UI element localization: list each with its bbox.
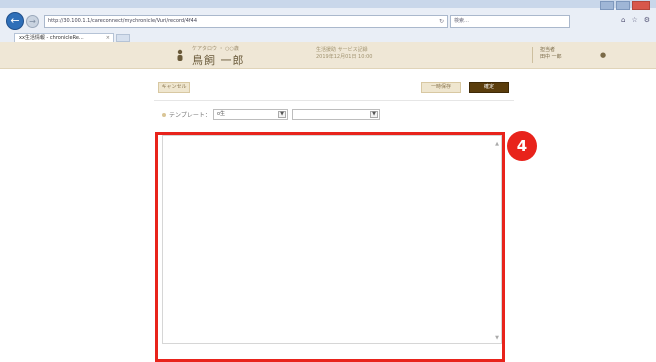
new-tab-button[interactable] [116,34,130,42]
user-kana: ケアタロウ ・ ○○歳 [192,46,239,52]
staff-label: 担当者 [540,47,556,53]
template-category-select[interactable]: o生 ▼ [213,109,288,120]
record-info-line1: 生活援助 サービス記録 [316,47,368,53]
user-icon [177,49,183,61]
toolbar-icons: ⌂ ☆ ⚙ [621,16,650,24]
search-input[interactable]: 検索… [450,15,570,28]
cancel-button[interactable]: キャンセル [158,82,190,93]
chevron-down-icon[interactable]: ▼ [278,111,286,118]
confirm-button[interactable]: 確定 [469,82,509,93]
app-header: ケアタロウ ・ ○○歳 鳥飼 一郎 生活援助 サービス記録 2019年12月01… [0,42,656,69]
template-label: テンプレート： [169,112,211,119]
record-info-line2: 2019年12月01日 10:00 [316,54,373,60]
search-text: 検索… [454,18,470,24]
staff-name: 田中 一郎 [540,54,562,60]
window-titlebar [0,0,656,8]
chevron-down-icon[interactable]: ▼ [370,111,378,118]
browser-chrome: ← → http://30.100.1.1/careconnect/mychro… [0,0,656,42]
step-badge: 4 [507,131,537,161]
window-controls [600,1,650,11]
bullet-icon [162,113,166,117]
tab-row: xx生活情報 - chronicleRe... × [0,33,656,42]
user-name: 鳥飼 一郎 [192,54,245,67]
minimize-button[interactable] [600,1,614,10]
maximize-button[interactable] [616,1,630,10]
refresh-icon[interactable]: ↻ [439,16,444,27]
gear-icon[interactable]: ⚙ [644,16,650,24]
staff-info: 担当者 田中 一郎 [540,47,562,61]
address-bar[interactable]: http://30.100.1.1/careconnect/mychronicl… [44,15,448,28]
template-category-value: o生 [217,111,226,117]
navigation-row: ← → http://30.100.1.1/careconnect/mychro… [0,12,656,32]
forward-icon[interactable]: → [26,15,39,28]
record-info: 生活援助 サービス記録 2019年12月01日 10:00 [316,47,372,61]
close-window-button[interactable] [632,1,650,10]
logout-icon[interactable]: ● [600,51,606,59]
star-icon[interactable]: ☆ [631,16,637,24]
home-icon[interactable]: ⌂ [621,16,625,24]
tab-title: xx生活情報 - chronicleRe... [19,35,84,41]
address-url: http://30.100.1.1/careconnect/mychronicl… [48,18,198,24]
highlight-frame [155,132,505,362]
tab-close-icon[interactable]: × [106,34,110,42]
header-divider [532,47,533,63]
section-divider [154,100,514,101]
temp-save-button[interactable]: 一時保存 [421,82,461,93]
back-icon[interactable]: ← [6,12,24,30]
browser-tab[interactable]: xx生活情報 - chronicleRe... × [14,33,114,42]
template-item-select[interactable]: ▼ [292,109,380,120]
